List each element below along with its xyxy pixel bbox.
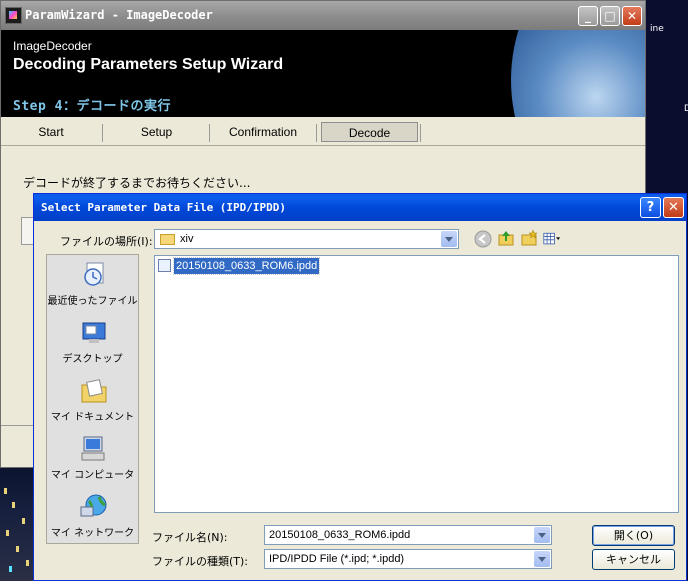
app-icon (5, 7, 22, 24)
new-folder-icon[interactable] (520, 229, 538, 247)
divider (1, 425, 35, 426)
desktop-label: D (684, 104, 688, 114)
cancel-button[interactable]: キャンセル (592, 549, 675, 570)
tab-divider (102, 124, 103, 142)
window-titlebar[interactable]: ParamWizard - ImageDecoder _ □ ✕ (1, 1, 645, 30)
app-name: ImageDecoder (13, 39, 92, 53)
chevron-down-icon[interactable] (534, 551, 550, 567)
desktop-label: ine (650, 24, 664, 34)
back-icon[interactable] (474, 230, 492, 248)
file-list[interactable]: 20150108_0633_ROM6.ipdd (154, 255, 679, 513)
place-label: デスクトップ (62, 354, 123, 365)
place-desktop[interactable]: デスクトップ (47, 315, 138, 373)
filename-value[interactable]: 20150108_0633_ROM6.ipdd (269, 529, 410, 541)
desktop-background: ine D (646, 0, 688, 193)
filetype-label: ファイルの種類(T): (152, 555, 249, 568)
maximize-button[interactable]: □ (600, 6, 620, 26)
place-my-documents[interactable]: マイ ドキュメント (47, 373, 138, 431)
window-title: ParamWizard - ImageDecoder (25, 8, 213, 22)
filename-label: ファイル名(N): (152, 531, 228, 544)
place-label: マイ ドキュメント (50, 412, 135, 423)
tab-setup[interactable]: Setup (105, 122, 208, 142)
tab-start[interactable]: Start (1, 122, 101, 142)
step-title: Step 4：デコードの実行 (13, 99, 171, 114)
tab-divider (316, 124, 317, 142)
my-documents-icon (81, 379, 107, 403)
places-bar: 最近使ったファイル デスクトップ マイ ドキュメント マイ コンピュータ マイ … (46, 254, 139, 544)
minimize-button[interactable]: _ (578, 6, 598, 26)
view-menu-icon[interactable] (543, 230, 561, 248)
filename-field[interactable]: 20150108_0633_ROM6.ipdd (264, 525, 552, 545)
place-label: マイ コンピュータ (50, 470, 135, 481)
ipdd-file-icon (158, 259, 171, 272)
tab-decode[interactable]: Decode (321, 122, 418, 142)
chevron-down-icon[interactable] (534, 527, 550, 543)
place-my-network[interactable]: マイ ネットワーク (47, 489, 138, 547)
dialog-titlebar[interactable]: Select Parameter Data File (IPD/IPDD) ? … (34, 194, 686, 221)
select-file-dialog: Select Parameter Data File (IPD/IPDD) ? … (33, 193, 687, 581)
tab-divider (420, 124, 421, 142)
place-label: 最近使ったファイル (47, 296, 138, 307)
look-in-value: xiv (180, 233, 194, 245)
wizard-tabs: Start Setup Confirmation Decode (1, 117, 645, 146)
dialog-title: Select Parameter Data File (IPD/IPDD) (41, 201, 287, 214)
tab-divider (209, 124, 210, 142)
place-my-computer[interactable]: マイ コンピュータ (47, 431, 138, 489)
status-message: デコードが終了するまでお待ちください... (23, 176, 251, 190)
desktop-wallpaper-city (0, 468, 36, 581)
help-button[interactable]: ? (640, 197, 661, 218)
look-in-dropdown[interactable]: xiv (154, 229, 459, 249)
wizard-heading: Decoding Parameters Setup Wizard (13, 56, 284, 73)
dialog-close-button[interactable]: ✕ (663, 197, 684, 218)
tab-confirmation[interactable]: Confirmation (211, 122, 315, 142)
my-network-icon (80, 494, 107, 517)
place-label: マイ ネットワーク (50, 528, 135, 539)
open-button[interactable]: 開く(O) (592, 525, 675, 546)
desktop-icon (82, 322, 106, 343)
filetype-dropdown[interactable]: IPD/IPDD File (*.ipd; *.ipdd) (264, 549, 552, 569)
close-button[interactable]: ✕ (622, 6, 642, 26)
place-recent-documents[interactable]: 最近使ったファイル (47, 257, 138, 315)
look-in-label: ファイルの場所(I): (60, 235, 153, 248)
filetype-value: IPD/IPDD File (*.ipd; *.ipdd) (269, 553, 405, 565)
my-computer-icon (81, 436, 105, 461)
chevron-down-icon[interactable] (441, 231, 457, 247)
earth-image (511, 30, 645, 117)
file-name[interactable]: 20150108_0633_ROM6.ipdd (172, 257, 321, 275)
folder-icon (160, 234, 175, 245)
up-folder-icon[interactable] (497, 229, 515, 247)
wizard-banner: ImageDecoder Decoding Parameters Setup W… (1, 30, 645, 117)
recent-documents-icon (84, 262, 104, 286)
